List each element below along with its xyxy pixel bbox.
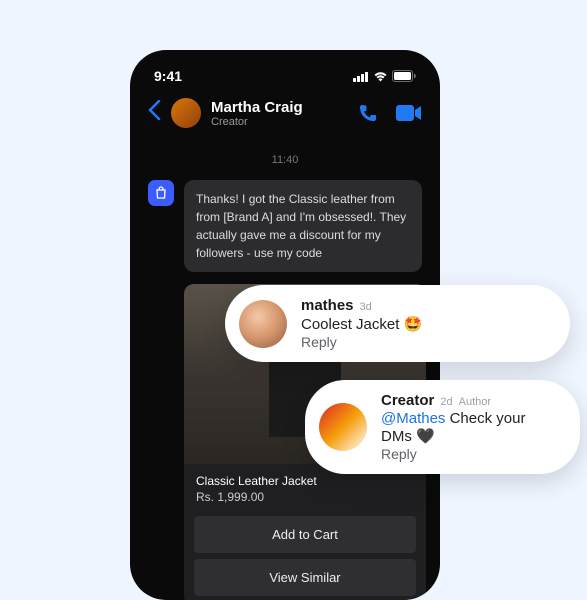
comment-card: mathes 3d Coolest Jacket 🤩 Reply	[225, 285, 570, 362]
message-row: Thanks! I got the Classic leather from f…	[144, 180, 426, 272]
shop-bot-icon	[148, 180, 174, 206]
status-bar: 9:41	[144, 62, 426, 94]
back-icon[interactable]	[148, 99, 161, 127]
comment-text: Coolest Jacket 🤩	[301, 315, 550, 333]
reply-button[interactable]: Reply	[381, 446, 560, 462]
comment-age: 3d	[360, 301, 372, 313]
battery-icon	[392, 70, 416, 82]
chat-message: Thanks! I got the Classic leather from f…	[184, 180, 422, 272]
contact-role: Creator	[211, 116, 348, 128]
author-tag: Author	[459, 396, 491, 408]
status-icons	[353, 70, 416, 82]
product-title: Classic Leather Jacket	[196, 474, 414, 488]
status-time: 9:41	[154, 68, 182, 84]
avatar[interactable]	[239, 300, 287, 348]
mention[interactable]: @Mathes	[381, 410, 445, 427]
product-price: Rs. 1,999.00	[196, 490, 414, 504]
contact-avatar[interactable]	[171, 98, 201, 128]
reply-button[interactable]: Reply	[301, 334, 550, 350]
comment-text: @Mathes Check your DMs 🖤	[381, 410, 560, 445]
video-call-icon[interactable]	[396, 104, 422, 122]
chat-timestamp: 11:40	[144, 154, 426, 166]
comment-username[interactable]: Creator	[381, 392, 434, 409]
comment-username[interactable]: mathes	[301, 297, 354, 314]
comment-card: Creator 2d Author @Mathes Check your DMs…	[305, 380, 580, 474]
avatar[interactable]	[319, 403, 367, 451]
add-to-cart-button[interactable]: Add to Cart	[194, 516, 416, 553]
chat-header: Martha Craig Creator	[144, 94, 426, 146]
view-similar-button[interactable]: View Similar	[194, 559, 416, 596]
comment-age: 2d	[440, 396, 452, 408]
signal-icon	[353, 71, 369, 82]
wifi-icon	[373, 71, 388, 82]
contact-name: Martha Craig	[211, 99, 348, 116]
phone-call-icon[interactable]	[358, 103, 378, 123]
contact-info[interactable]: Martha Craig Creator	[211, 99, 348, 128]
